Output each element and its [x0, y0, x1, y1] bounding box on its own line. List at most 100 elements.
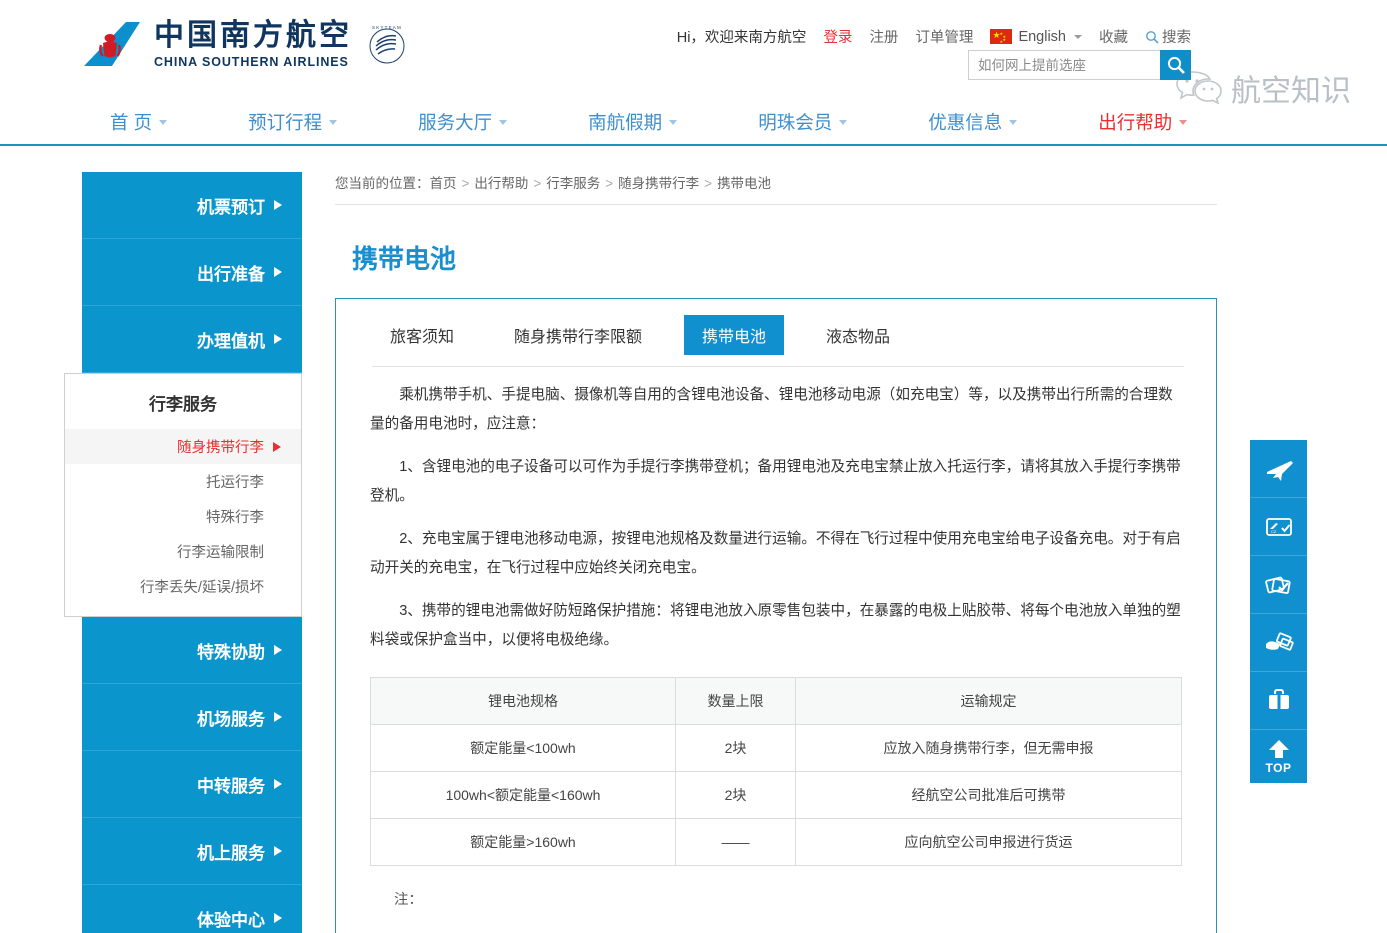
- sidebar-subitem-label: 行李丢失/延误/损坏: [139, 580, 264, 596]
- baggage-icon: [1268, 688, 1289, 709]
- table-cell-1-0: 100wh<额定能量<160wh: [370, 771, 676, 819]
- nav-item-1[interactable]: 预订行程: [248, 109, 338, 135]
- check-in-cards-icon: [1264, 576, 1291, 594]
- sidebar-subitem-3[interactable]: 行李运输限制: [65, 534, 301, 569]
- sidebar-item-label: 机场服务: [197, 709, 265, 729]
- paragraph-0: 乘机携带手机、手提电脑、摄像机等自用的含锂电池设备、锂电池移动电源（如充电宝）等…: [370, 387, 1173, 432]
- nav-item-4[interactable]: 明珠会员: [758, 109, 848, 135]
- sidebar-item-7[interactable]: 机上服务: [82, 818, 302, 885]
- breadcrumb-item-1[interactable]: 出行帮助: [474, 176, 528, 191]
- tab-3[interactable]: 液态物品: [808, 315, 908, 355]
- float-item-check-in[interactable]: [1250, 556, 1307, 614]
- nav-item-label: 优惠信息: [928, 112, 1003, 133]
- nav-item-6[interactable]: 出行帮助: [1098, 109, 1188, 135]
- table-cell-0-0: 额定能量<100wh: [370, 724, 676, 772]
- nav-item-5[interactable]: 优惠信息: [928, 109, 1018, 135]
- nav-item-label: 首 页: [110, 112, 153, 133]
- breadcrumb-separator: >: [533, 176, 542, 191]
- nav-item-label: 预订行程: [248, 112, 323, 133]
- nav-item-label: 出行帮助: [1098, 112, 1173, 133]
- table-cell-1-1: 2块: [675, 771, 796, 819]
- login-link[interactable]: 登录: [823, 26, 852, 47]
- sidebar-group-title: 行李服务: [149, 395, 217, 414]
- language-selector[interactable]: ★ ★ ★ ★ ★ English: [990, 29, 1082, 45]
- triangle-right-icon: [274, 779, 282, 789]
- triangle-right-icon: [274, 200, 282, 210]
- chevron-down-icon: [1009, 119, 1018, 125]
- sidebar-item-label: 办理值机: [197, 331, 265, 351]
- sidebar-item-label: 机上服务: [197, 843, 265, 863]
- svg-text:SKYTEAM: SKYTEAM: [372, 25, 402, 30]
- arrow-up-icon: [1268, 740, 1289, 758]
- table-header-row: 锂电池规格 数量上限 运输规定: [370, 677, 1182, 725]
- order-management-link[interactable]: 订单管理: [915, 26, 973, 47]
- page-root: 中国南方航空 CHINA SOUTHERN AIRLINES SKYTEAM H…: [0, 0, 1387, 933]
- search-input[interactable]: [968, 50, 1160, 80]
- page-title: 携带电池: [352, 244, 457, 274]
- float-item-ticket[interactable]: [1250, 614, 1307, 672]
- note-0: 注：: [394, 892, 423, 908]
- sidebar-item-4[interactable]: 特殊协助: [82, 617, 302, 684]
- greeting-text: Hi，欢迎来南方航空: [676, 30, 807, 46]
- triangle-right-icon: [274, 846, 282, 856]
- nav-item-0[interactable]: 首 页: [110, 109, 168, 135]
- skyteam-icon: SKYTEAM: [366, 23, 408, 67]
- breadcrumb-item-4[interactable]: 携带电池: [717, 176, 771, 191]
- content-column: 您当前的位置：首页 > 出行帮助 > 行李服务 > 随身携带行李 > 携带电池 携带电池 旅客须…: [335, 172, 1217, 933]
- tab-1[interactable]: 随身携带行李限额: [496, 315, 660, 355]
- float-item-airplane[interactable]: [1250, 440, 1307, 498]
- china-southern-tail-icon: [82, 20, 144, 70]
- sidebar-item-5[interactable]: 机场服务: [82, 684, 302, 751]
- register-link[interactable]: 注册: [869, 26, 898, 47]
- search-button[interactable]: [1160, 50, 1191, 80]
- paragraph-1: 1、含锂电池的电子设备可以可作为手提行李携带登机；备用锂电池及充电宝禁止放入托运…: [370, 459, 1181, 504]
- table-cell-2-1: ——: [675, 818, 796, 866]
- search-toggle[interactable]: 搜索: [1145, 26, 1191, 47]
- float-item-boarding-pass[interactable]: CZ: [1250, 498, 1307, 556]
- nav-item-label: 南航假期: [588, 112, 663, 133]
- paragraph-2: 2、充电宝属于锂电池移动电源，按锂电池规格及数量进行运输。不得在飞行过程中使用充…: [370, 531, 1181, 576]
- float-item-back-to-top[interactable]: TOP: [1250, 730, 1307, 783]
- triangle-right-icon: [274, 334, 282, 344]
- sidebar-subitem-1[interactable]: 托运行李: [65, 464, 301, 499]
- header-utility-bar: Hi，欢迎来南方航空 登录 注册 订单管理 ★ ★ ★ ★ ★ English …: [677, 26, 1191, 47]
- sidebar-subitem-2[interactable]: 特殊行李: [65, 499, 301, 534]
- sidebar-item-2[interactable]: 办理值机: [82, 306, 302, 373]
- chevron-down-icon: [1074, 34, 1082, 39]
- tab-2[interactable]: 携带电池: [684, 315, 785, 355]
- tab-0[interactable]: 旅客须知: [372, 315, 472, 355]
- chevron-down-icon: [499, 119, 508, 125]
- search-label: 搜索: [1162, 30, 1191, 46]
- sidebar-item-8[interactable]: 体验中心: [82, 885, 302, 933]
- sidebar-subitem-0[interactable]: 随身携带行李: [65, 429, 301, 464]
- right-float-toolbar: CZ TOP: [1250, 440, 1307, 783]
- sidebar-item-label: 机票预订: [197, 197, 265, 217]
- nav-item-2[interactable]: 服务大厅: [418, 109, 508, 135]
- ticket-hand-icon: [1265, 631, 1294, 651]
- favorite-link[interactable]: 收藏: [1099, 26, 1128, 47]
- sidebar-item-1[interactable]: 出行准备: [82, 239, 302, 306]
- table-cell-2-0: 额定能量>160wh: [370, 818, 676, 866]
- paragraph-3: 3、携带的锂电池需做好防短路保护措施：将锂电池放入原零售包装中，在暴露的电极上贴…: [370, 603, 1181, 648]
- nav-item-3[interactable]: 南航假期: [588, 109, 678, 135]
- breadcrumb-item-2[interactable]: 行李服务: [546, 176, 600, 191]
- sidebar-item-label: 中转服务: [197, 776, 265, 796]
- sidebar-item-6[interactable]: 中转服务: [82, 751, 302, 818]
- nav-item-label: 明珠会员: [758, 112, 833, 133]
- logo[interactable]: 中国南方航空 CHINA SOUTHERN AIRLINES SKYTEAM: [82, 20, 408, 70]
- sidebar-subitem-label: 托运行李: [206, 475, 264, 491]
- sidebar-subitem-4[interactable]: 行李丢失/延误/损坏: [65, 569, 301, 604]
- table-cell-1-2: 经航空公司批准后可携带: [795, 771, 1182, 819]
- sidebar-subitem-label: 特殊行李: [206, 510, 264, 526]
- triangle-right-icon: [273, 441, 281, 452]
- breadcrumb-prefix: 您当前的位置：: [335, 176, 430, 191]
- float-item-baggage[interactable]: [1250, 672, 1307, 730]
- table-header-cell-1: 数量上限: [675, 677, 796, 725]
- breadcrumb-item-0[interactable]: 首页: [430, 176, 457, 191]
- site-header: 中国南方航空 CHINA SOUTHERN AIRLINES SKYTEAM H…: [0, 0, 1387, 100]
- breadcrumb-item-3[interactable]: 随身携带行李: [618, 176, 699, 191]
- chevron-down-icon: [1179, 119, 1188, 125]
- search-icon: [1167, 56, 1185, 74]
- sidebar-item-label: 特殊协助: [197, 642, 265, 662]
- sidebar-item-0[interactable]: 机票预订: [82, 172, 302, 239]
